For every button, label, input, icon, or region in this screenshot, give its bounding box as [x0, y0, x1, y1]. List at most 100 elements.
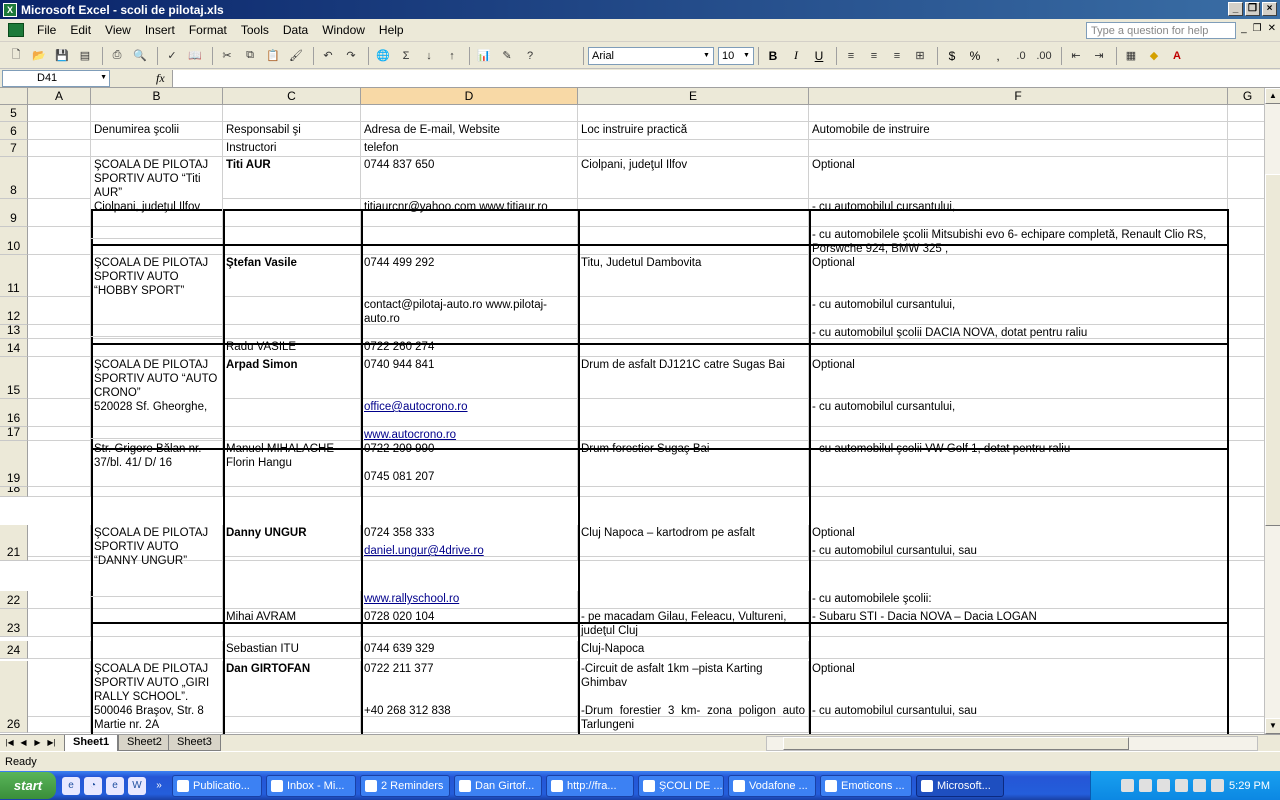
cell-d24[interactable]: 0744 639 329: [361, 641, 578, 659]
row-header-7[interactable]: 7: [0, 140, 28, 157]
tray-icon[interactable]: [1157, 779, 1171, 792]
menu-view[interactable]: View: [98, 23, 138, 37]
currency-button[interactable]: $: [942, 46, 962, 66]
cell-d5[interactable]: [361, 105, 578, 122]
cell-e13[interactable]: [578, 325, 809, 339]
copy-icon[interactable]: ⧉: [240, 46, 260, 66]
cell-f9[interactable]: - cu automobilul cursantului,: [809, 199, 1228, 227]
cell-d16[interactable]: office@autocrono.ro: [361, 399, 578, 427]
cell-a8[interactable]: [28, 157, 91, 199]
cell-g15[interactable]: [1228, 357, 1264, 399]
cell-e9[interactable]: [578, 199, 809, 227]
menu-edit[interactable]: Edit: [63, 23, 98, 37]
column-header-d[interactable]: D: [361, 88, 578, 105]
cell-e8[interactable]: Ciolpani, judeţul Ilfov: [578, 157, 809, 199]
cell-d7[interactable]: telefon: [361, 140, 578, 157]
cell-f17[interactable]: [809, 427, 1228, 441]
cell-a17[interactable]: [28, 427, 91, 441]
help-search-input[interactable]: Type a question for help: [1086, 22, 1236, 39]
cell-d8[interactable]: 0744 837 650: [361, 157, 578, 199]
cell-b19[interactable]: [91, 469, 223, 487]
cell-e22[interactable]: [578, 591, 809, 609]
select-all-corner[interactable]: [0, 88, 28, 105]
cell-c26[interactable]: [223, 703, 361, 733]
cell-e17[interactable]: [578, 427, 809, 441]
cell-a9[interactable]: [28, 199, 91, 227]
borders-icon[interactable]: ▦: [1121, 46, 1141, 66]
sheet-tab-3[interactable]: Sheet3: [168, 735, 221, 751]
cell-d17[interactable]: www.autocrono.ro: [361, 427, 578, 441]
cell-c7[interactable]: Instructori: [223, 140, 361, 157]
tray-icon[interactable]: [1139, 779, 1153, 792]
menu-window[interactable]: Window: [315, 23, 372, 37]
cell-g17[interactable]: [1228, 427, 1264, 441]
cell-g6[interactable]: [1228, 122, 1264, 140]
cell-f8[interactable]: Optional: [809, 157, 1228, 199]
cell-f24[interactable]: [809, 641, 1228, 659]
row-header-14[interactable]: 14: [0, 339, 28, 357]
row-header-22[interactable]: 22: [0, 591, 28, 609]
quicklaunch-more-icon[interactable]: »: [150, 777, 168, 795]
cell-b14[interactable]: [91, 339, 223, 357]
sort-ascending-icon[interactable]: ↓: [419, 46, 439, 66]
cell-e7[interactable]: [578, 140, 809, 157]
comma-button[interactable]: ,: [988, 46, 1008, 66]
vertical-scroll-thumb[interactable]: [1265, 174, 1280, 526]
row-header-6[interactable]: 6: [0, 122, 28, 140]
cell-b15[interactable]: ŞCOALA DE PILOTAJ SPORTIV AUTO “AUTO CRO…: [91, 357, 223, 439]
restore-button[interactable]: ❐: [1245, 2, 1260, 16]
cell-g24[interactable]: [1228, 641, 1264, 659]
cell-g7[interactable]: [1228, 140, 1264, 157]
cell-d11[interactable]: 0744 499 292: [361, 255, 578, 297]
cell-f15[interactable]: Optional: [809, 357, 1228, 399]
document-icon[interactable]: [8, 23, 24, 37]
cell-b20[interactable]: ŞCOALA DE PILOTAJ SPORTIV AUTO “DANNY UN…: [91, 525, 223, 597]
task-publications[interactable]: Publicatio...: [172, 774, 262, 797]
hyperlink-icon[interactable]: 🌐: [373, 46, 393, 66]
cell-f11[interactable]: Optional: [809, 255, 1228, 297]
cell-a19[interactable]: [28, 469, 91, 487]
cell-d15[interactable]: 0740 944 841: [361, 357, 578, 399]
row-header-23[interactable]: 23: [0, 609, 28, 637]
first-sheet-icon[interactable]: |◀: [4, 736, 15, 750]
menu-data[interactable]: Data: [276, 23, 315, 37]
help-icon[interactable]: ?: [520, 46, 540, 66]
spelling-icon[interactable]: ✓: [162, 46, 182, 66]
cell-d12[interactable]: contact@pilotaj-auto.ro www.pilotaj-auto…: [361, 297, 578, 325]
align-left-icon[interactable]: ≡: [841, 46, 861, 66]
cell-b11[interactable]: ŞCOALA DE PILOTAJ SPORTIV AUTO “HOBBY SP…: [91, 255, 223, 337]
column-header-b[interactable]: B: [91, 88, 223, 105]
decrease-decimal-icon[interactable]: .00: [1034, 46, 1054, 66]
fill-color-icon[interactable]: ◆: [1144, 46, 1164, 66]
start-button[interactable]: start: [0, 772, 56, 799]
cell-f12[interactable]: - cu automobilul cursantului,: [809, 297, 1228, 325]
print-preview-icon[interactable]: 🔍: [130, 46, 150, 66]
cell-d14[interactable]: 0722 260 274: [361, 339, 578, 357]
column-header-c[interactable]: C: [223, 88, 361, 105]
close-button[interactable]: ×: [1262, 2, 1277, 16]
cell-e6[interactable]: Loc instruire practică: [578, 122, 809, 140]
doc-close-button[interactable]: ✕: [1268, 23, 1276, 34]
word-icon[interactable]: W: [128, 776, 146, 795]
redo-icon[interactable]: ↷: [341, 46, 361, 66]
permission-icon[interactable]: ▤: [75, 46, 95, 66]
underline-button[interactable]: U: [809, 46, 829, 66]
cell-a23[interactable]: [28, 609, 91, 637]
font-color-icon[interactable]: A: [1167, 46, 1187, 66]
cell-f13[interactable]: - cu automobilul şcolii DACIA NOVA, dota…: [809, 325, 1228, 339]
row-header-17[interactable]: 17: [0, 425, 28, 441]
cell-c15[interactable]: Arpad Simon: [223, 357, 361, 399]
cell-b8[interactable]: ŞCOALA DE PILOTAJ SPORTIV AUTO “Titi AUR…: [91, 157, 223, 239]
column-header-g[interactable]: G: [1228, 88, 1264, 105]
task-reminders[interactable]: 2 Reminders: [360, 774, 450, 797]
cell-d10[interactable]: [361, 227, 578, 255]
browser-icon[interactable]: e: [106, 776, 124, 795]
cell-g23[interactable]: [1228, 609, 1264, 637]
cell-g13[interactable]: [1228, 325, 1264, 339]
percent-button[interactable]: %: [965, 46, 985, 66]
cell-c22[interactable]: [223, 591, 361, 609]
cell-b6[interactable]: Denumirea şcolii: [91, 122, 223, 140]
task-vodafone[interactable]: Vodafone ...: [728, 774, 816, 797]
cell-e15[interactable]: Drum de asfalt DJ121C catre Sugas Bai: [578, 357, 809, 399]
research-icon[interactable]: 📖: [185, 46, 205, 66]
